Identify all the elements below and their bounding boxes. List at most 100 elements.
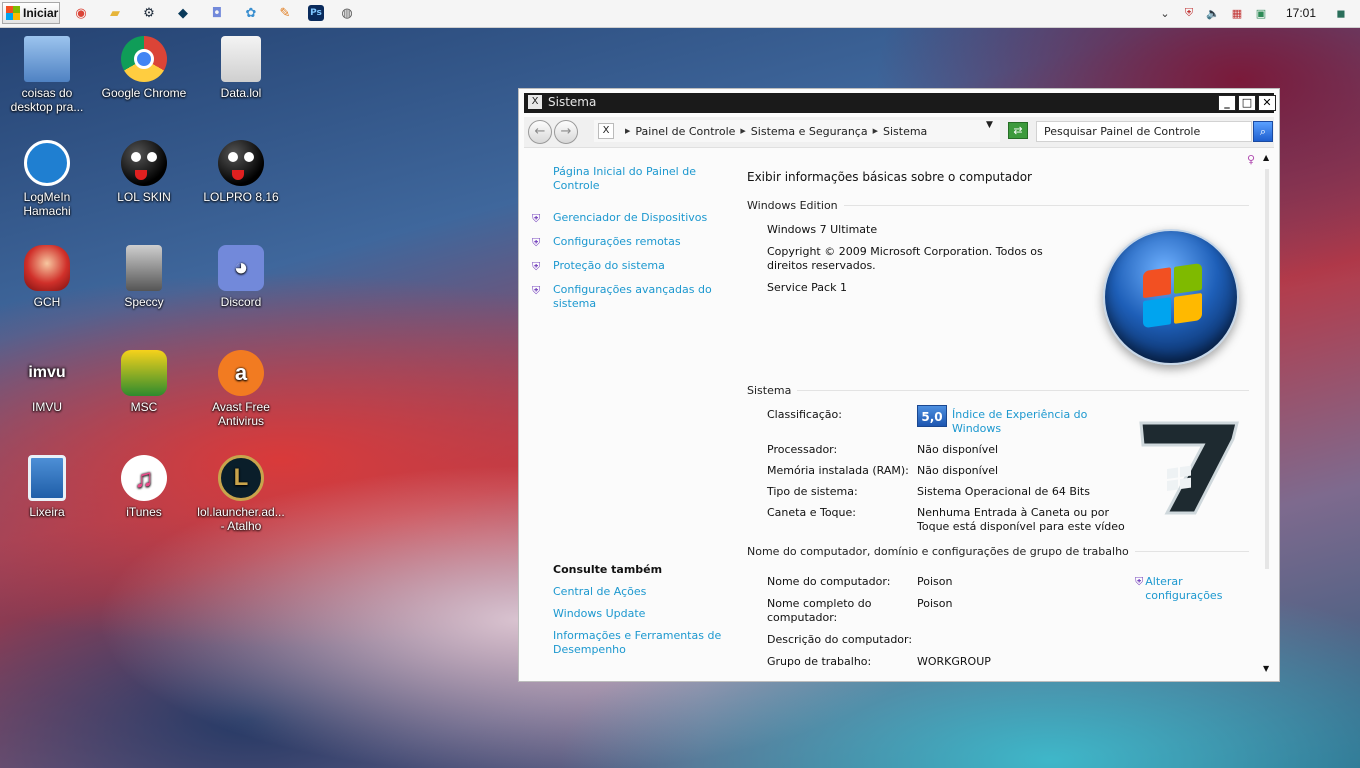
desktop-icon-label: lol.launcher.ad... - Atalho — [197, 505, 285, 533]
control-panel-icon: X — [598, 123, 614, 139]
ram-label: Memória instalada (RAM): — [767, 464, 909, 477]
desktop-icon[interactable]: GCH — [2, 245, 92, 309]
see-also-action-center[interactable]: Central de Ações — [553, 585, 723, 599]
title-bar[interactable]: X Sistema _ □ ✕ — [524, 93, 1276, 113]
desktop-icon[interactable]: LogMeIn Hamachi — [2, 140, 92, 218]
shield-icon: ⛨ — [532, 260, 541, 273]
change-settings-link[interactable]: ⛨ Alterar configurações — [1135, 575, 1235, 603]
volume-icon[interactable]: 🔈 — [1204, 4, 1222, 22]
experience-index-score[interactable]: 5,0 — [917, 405, 947, 427]
content-area: Página Inicial do Painel de Controle ⛨ G… — [524, 149, 1274, 677]
shield-icon: ⛨ — [532, 284, 541, 297]
see-also-performance[interactable]: Informações e Ferramentas de Desempenho — [553, 629, 723, 657]
computer-name-value: Poison — [917, 575, 953, 588]
feather-icon[interactable]: ✎ — [274, 3, 296, 23]
forward-button[interactable]: → — [554, 120, 578, 144]
refresh-button[interactable]: ⇄ — [1008, 122, 1028, 139]
shield-alert-icon[interactable]: ⛨ — [1180, 4, 1198, 22]
breadcrumb-item[interactable]: Painel de Controle — [635, 125, 735, 138]
search-icon[interactable]: ⌕ — [1253, 121, 1273, 142]
close-button[interactable]: ✕ — [1258, 95, 1276, 111]
desktop-icon-label: LOLPRO 8.16 — [203, 190, 279, 204]
desktop-icon-label: Lixeira — [29, 505, 65, 519]
workgroup-label: Grupo de trabalho: — [767, 655, 872, 668]
discord-icon: ◕ — [218, 245, 264, 291]
desktop-icon[interactable]: coisas do desktop pra... — [2, 36, 92, 114]
section-label: Windows Edition — [747, 199, 838, 212]
nav-system-protection[interactable]: ⛨ Proteção do sistema — [532, 259, 718, 274]
folder-icon — [24, 36, 70, 82]
control-panel-home-link[interactable]: Página Inicial do Painel de Controle — [553, 165, 723, 193]
smiley-icon — [218, 140, 264, 186]
desktop-icon[interactable]: Speccy — [99, 245, 189, 309]
gallery-icon[interactable]: ✿ — [240, 3, 262, 23]
desktop-icon-label: GCH — [33, 295, 61, 309]
breadcrumb[interactable]: X ▶ Painel de Controle ▶ Sistema e Segur… — [594, 120, 1000, 142]
vertical-scrollbar[interactable]: ▲ ▼ — [1260, 149, 1274, 677]
address-dropdown-icon[interactable]: ▼ — [986, 120, 993, 130]
scroll-up-icon[interactable]: ▲ — [1263, 153, 1269, 162]
ram-value: Não disponível — [917, 464, 999, 477]
nav-link-label: Gerenciador de Dispositivos — [553, 211, 708, 224]
experience-index-link[interactable]: Índice de Experiência do Windows — [952, 408, 1102, 436]
scroll-down-icon[interactable]: ▼ — [1263, 664, 1269, 673]
desktop-icon[interactable]: Lixeira — [2, 455, 92, 519]
left-navigation: Página Inicial do Painel de Controle ⛨ G… — [524, 149, 724, 677]
nav-link-label: Proteção do sistema — [553, 259, 665, 272]
network-disconnected-icon[interactable]: ▦ — [1228, 4, 1246, 22]
shield-icon: ⛨ — [1135, 575, 1144, 588]
gpu-icon[interactable]: ▣ — [1252, 4, 1270, 22]
nav-device-manager[interactable]: ⛨ Gerenciador de Dispositivos — [532, 211, 718, 226]
chevron-right-icon[interactable]: ▶ — [740, 127, 745, 135]
chevron-right-icon[interactable]: ▶ — [873, 127, 878, 135]
folder-icon[interactable]: ▰ — [104, 3, 126, 23]
maximize-button[interactable]: □ — [1238, 95, 1256, 111]
show-desktop-icon[interactable]: ◼ — [1332, 4, 1350, 22]
photoshop-icon[interactable]: Ps — [308, 5, 324, 21]
windows-7-logo — [1139, 421, 1239, 515]
desktop-icon[interactable]: LOLPRO 8.16 — [196, 140, 286, 204]
clock[interactable]: 17:01 — [1286, 6, 1316, 20]
desktop-icon[interactable]: a Avast Free Antivirus — [196, 350, 286, 428]
league-icon[interactable]: ◆ — [172, 3, 194, 23]
desktop-icon[interactable]: ♫ iTunes — [99, 455, 189, 519]
desktop-icon[interactable]: Llol.launcher.ad... - Atalho — [196, 455, 286, 533]
desktop-icon[interactable]: LOL SKIN — [99, 140, 189, 204]
start-button[interactable]: Iniciar — [2, 2, 60, 24]
scroll-thumb[interactable] — [1265, 169, 1269, 569]
desktop-icon[interactable]: Google Chrome — [99, 36, 189, 100]
nav-advanced-settings[interactable]: ⛨ Configurações avançadas do sistema — [532, 283, 718, 311]
chevron-down-icon[interactable]: ⌄ — [1156, 4, 1174, 22]
avast-icon: a — [218, 350, 264, 396]
see-also-windows-update[interactable]: Windows Update — [553, 607, 723, 621]
discord-icon[interactable]: ◘ — [206, 3, 228, 23]
system-tray: ⌄ ⛨ 🔈 ▦ ▣ 17:01 ◼ — [1150, 3, 1350, 23]
start-label: Iniciar — [23, 6, 59, 20]
system-type-label: Tipo de sistema: — [767, 485, 858, 498]
back-button[interactable]: ← — [528, 120, 552, 144]
desktop-icon[interactable]: Data.lol — [196, 36, 286, 100]
desktop-icon[interactable]: MSC — [99, 350, 189, 414]
breadcrumb-item[interactable]: Sistema e Segurança — [751, 125, 868, 138]
search-input[interactable]: Pesquisar Painel de Controle — [1036, 121, 1252, 142]
desktop-icon[interactable]: ◕ Discord — [196, 245, 286, 309]
camera-icon[interactable]: ◍ — [336, 3, 358, 23]
help-icon[interactable]: ♀ — [1247, 153, 1255, 166]
desktop-icon[interactable]: imvu IMVU — [2, 350, 92, 414]
desktop-icon-label: Google Chrome — [101, 86, 187, 100]
system-section-header: Sistema — [747, 384, 1249, 397]
breadcrumb-item[interactable]: Sistema — [883, 125, 927, 138]
smiley-icon — [121, 140, 167, 186]
taskbar: Iniciar ◉ ▰ ⚙ ◆ ◘ ✿ ✎ Ps ◍ ⌄ ⛨ 🔈 ▦ ▣ 17:01 ◼ — [0, 0, 1360, 28]
nav-remote-settings[interactable]: ⛨ Configurações remotas — [532, 235, 718, 250]
desktop-icon-label: coisas do desktop pra... — [10, 86, 84, 114]
shield-icon: ⛨ — [532, 212, 541, 225]
chrome-icon[interactable]: ◉ — [70, 3, 92, 23]
minimize-button[interactable]: _ — [1218, 95, 1236, 111]
see-also-title: Consulte também — [553, 563, 663, 576]
service-pack: Service Pack 1 — [767, 281, 847, 294]
chevron-right-icon[interactable]: ▶ — [625, 127, 630, 135]
league-icon: L — [218, 455, 264, 501]
steam-icon[interactable]: ⚙ — [138, 3, 160, 23]
full-name-value: Poison — [917, 597, 953, 610]
